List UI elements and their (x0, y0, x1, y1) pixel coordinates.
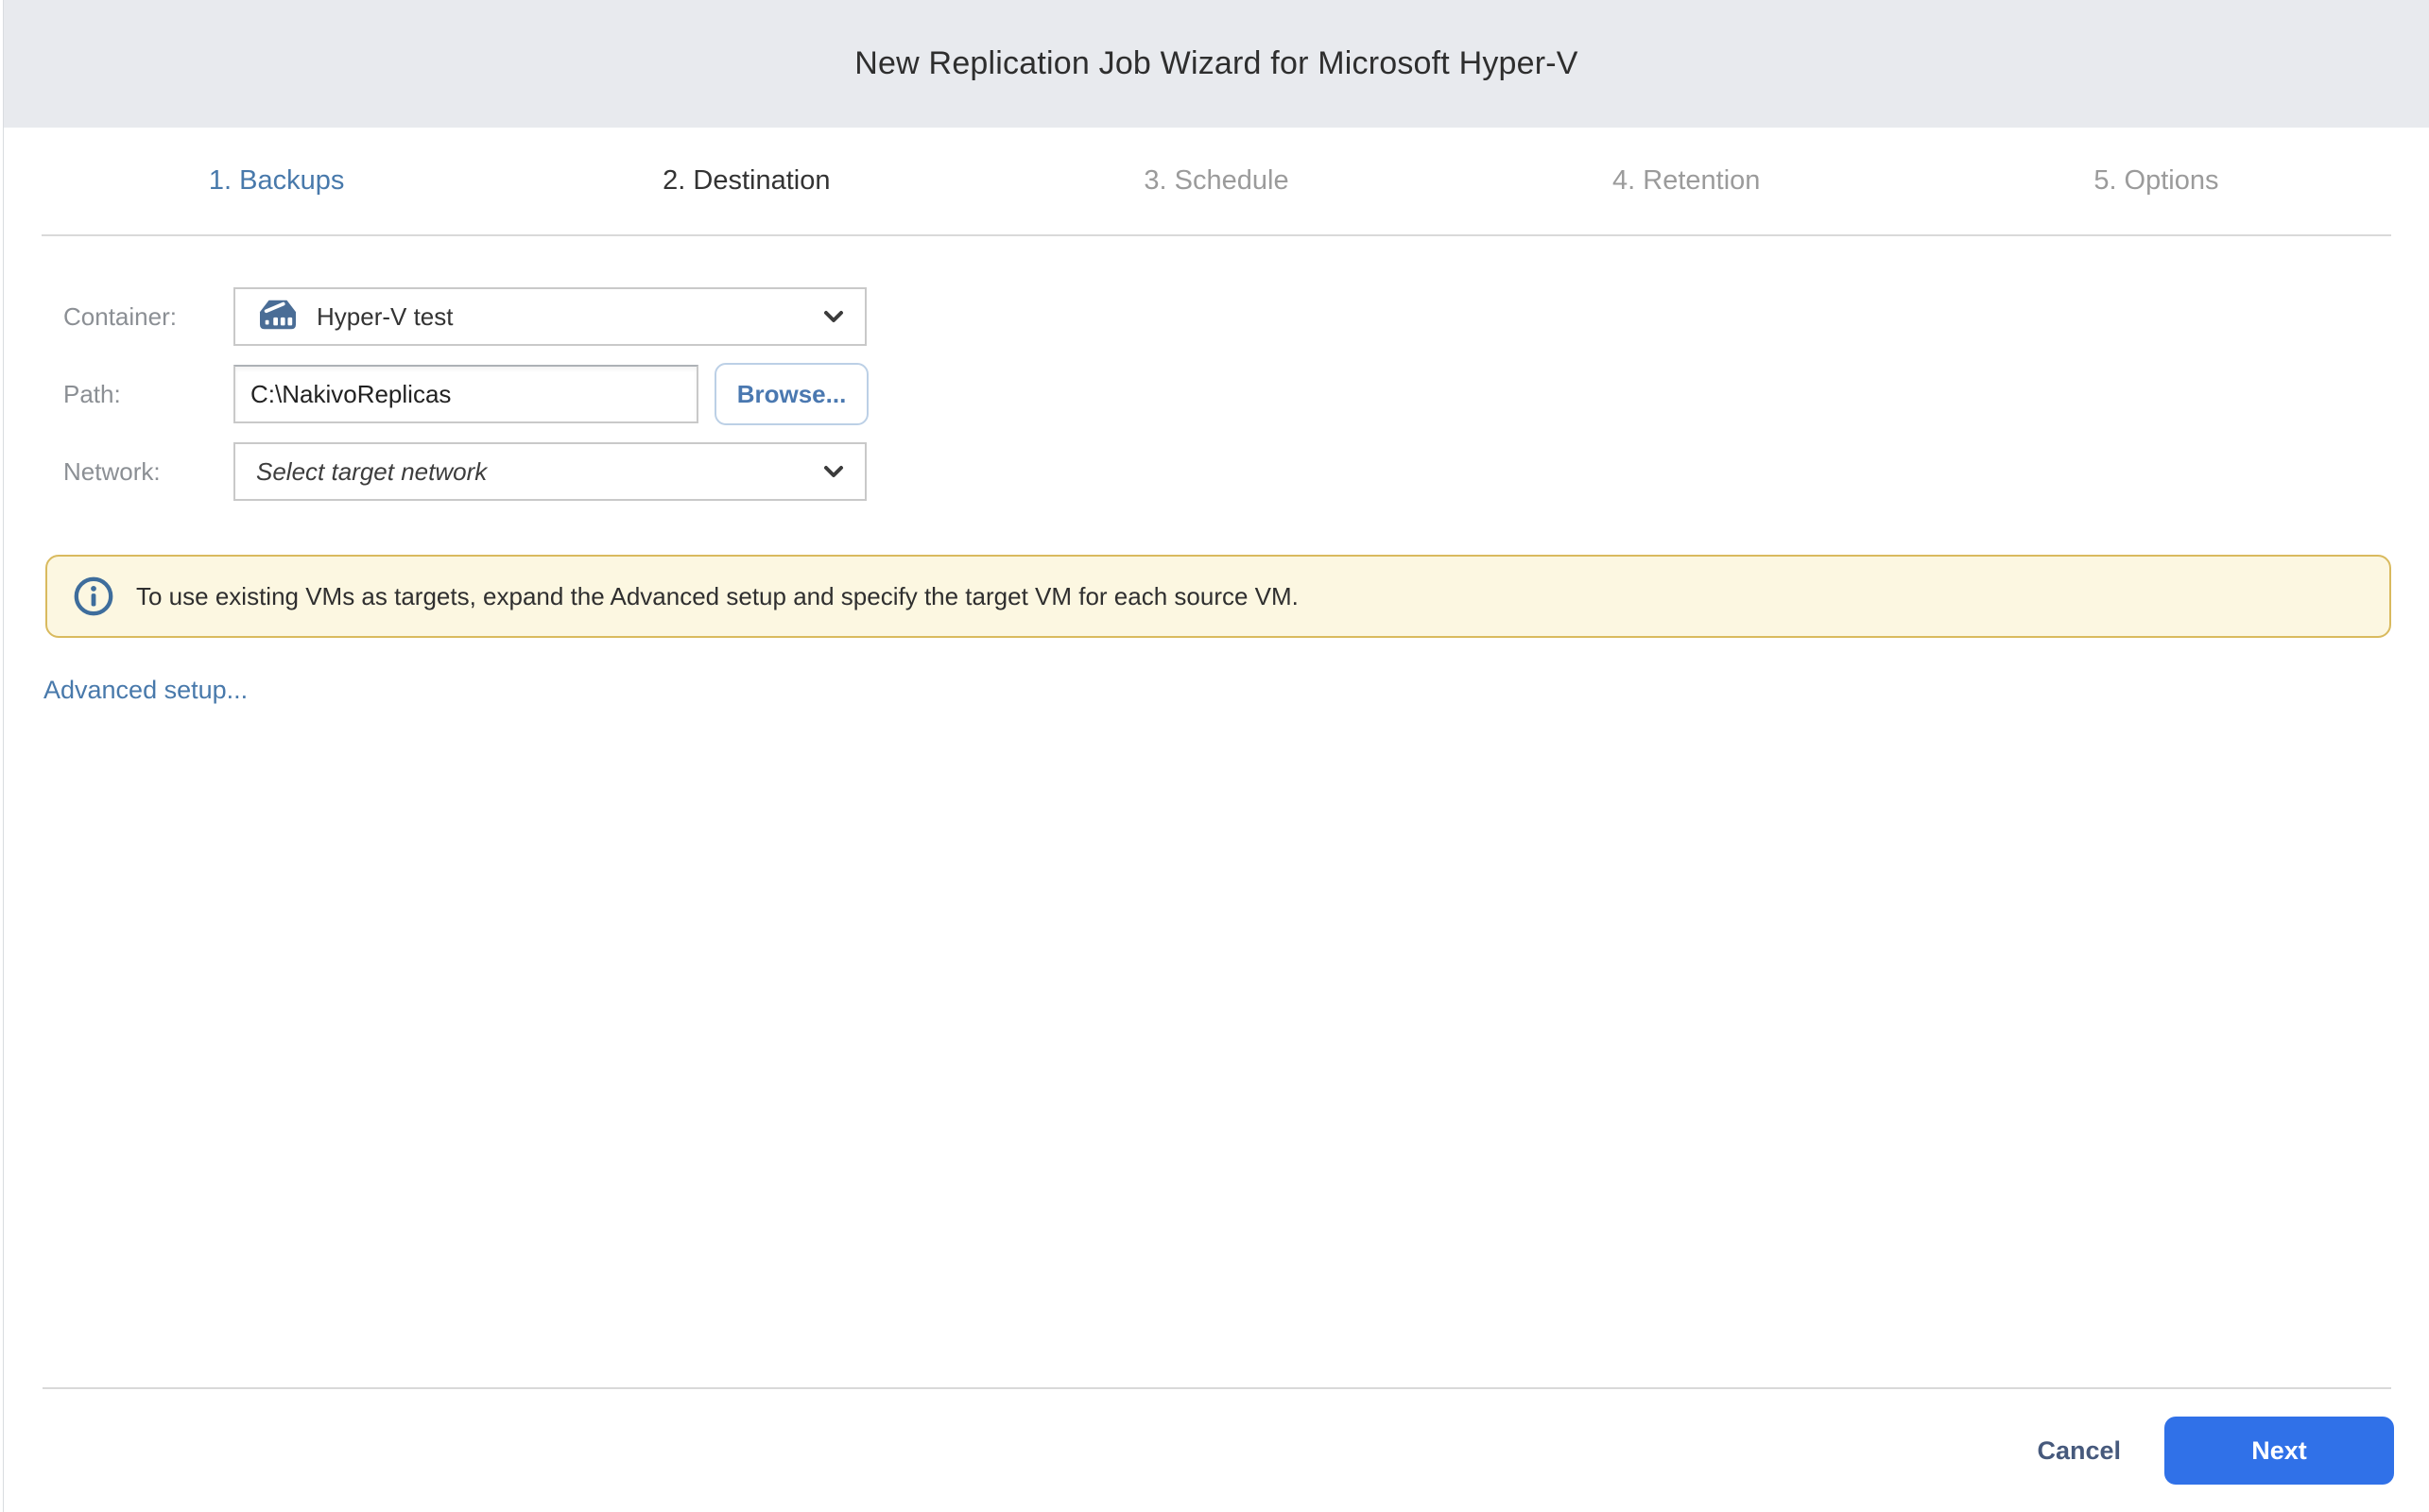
wizard-titlebar: New Replication Job Wizard for Microsoft… (4, 0, 2429, 128)
network-row: Network: Select target network (4, 442, 2429, 501)
network-select[interactable]: Select target network (233, 442, 867, 501)
info-banner: To use existing VMs as targets, expand t… (45, 555, 2391, 638)
chevron-down-icon (823, 465, 844, 478)
cancel-button[interactable]: Cancel (2037, 1436, 2121, 1466)
step-options: 5. Options (1921, 165, 2391, 197)
wizard-title: New Replication Job Wizard for Microsoft… (854, 45, 1577, 82)
info-icon (72, 575, 115, 618)
destination-form: Container: Hyper-V test (4, 236, 2429, 518)
hyperv-host-icon (256, 297, 300, 337)
step-schedule: 3. Schedule (981, 165, 1451, 197)
container-select[interactable]: Hyper-V test (233, 287, 867, 346)
container-value: Hyper-V test (317, 302, 823, 332)
replication-wizard-dialog: New Replication Job Wizard for Microsoft… (3, 0, 2429, 1512)
container-row: Container: Hyper-V test (4, 287, 2429, 346)
path-row: Path: Browse... (4, 363, 2429, 425)
path-input[interactable] (233, 365, 698, 423)
browse-button[interactable]: Browse... (715, 363, 869, 425)
network-label: Network: (4, 457, 233, 487)
step-backups[interactable]: 1. Backups (42, 165, 511, 197)
wizard-steps: 1. Backups 2. Destination 3. Schedule 4.… (42, 128, 2391, 236)
path-label: Path: (4, 380, 233, 409)
step-retention: 4. Retention (1452, 165, 1921, 197)
network-placeholder: Select target network (256, 457, 823, 487)
content-spacer (4, 705, 2429, 1387)
chevron-down-icon (823, 310, 844, 323)
info-banner-text: To use existing VMs as targets, expand t… (136, 582, 1299, 611)
container-label: Container: (4, 302, 233, 332)
advanced-setup-link[interactable]: Advanced setup... (43, 676, 248, 705)
step-destination[interactable]: 2. Destination (511, 165, 981, 197)
footer: Cancel Next (4, 1389, 2429, 1512)
next-button[interactable]: Next (2164, 1417, 2394, 1485)
